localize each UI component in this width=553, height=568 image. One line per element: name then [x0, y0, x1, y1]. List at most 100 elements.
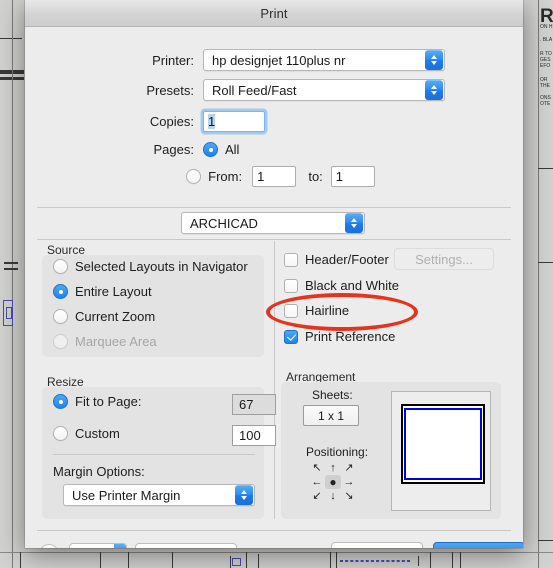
- bg-text: ON H: [540, 24, 553, 30]
- chevron-updown-icon[interactable]: [425, 80, 443, 100]
- resize-custom-radio[interactable]: Custom: [53, 426, 120, 441]
- pages-all-label: All: [225, 142, 240, 157]
- bg-line: [336, 552, 337, 568]
- print-button-label: Print: [466, 547, 493, 549]
- printer-value: hp designjet 110plus nr: [212, 52, 346, 68]
- source-option-label: Marquee Area: [75, 334, 157, 349]
- radio-indicator: [53, 334, 68, 349]
- resize-fit-input[interactable]: 67: [232, 394, 276, 415]
- bg-text: . BLA: [540, 37, 553, 43]
- checkbox-label: Black and White: [305, 278, 399, 293]
- presets-row: Presets: Roll Feed/Fast: [25, 79, 445, 101]
- bg-blue-shape: [6, 307, 12, 319]
- chevron-down-icon[interactable]: [114, 544, 126, 548]
- radio-indicator: [186, 169, 202, 184]
- chevron-updown-icon[interactable]: [345, 213, 363, 233]
- pdf-button[interactable]: PDF: [69, 543, 127, 548]
- bg-text: ONS OTE: [540, 95, 551, 107]
- presets-label: Presets:: [146, 82, 194, 98]
- source-option-current-zoom[interactable]: Current Zoom: [53, 309, 155, 324]
- bg-line: [430, 552, 431, 568]
- arrow-right-icon[interactable]: →: [341, 475, 357, 489]
- bg-line: [330, 552, 331, 568]
- checkbox-hairline[interactable]: Hairline: [284, 303, 349, 318]
- presets-popup[interactable]: Roll Feed/Fast: [203, 79, 445, 101]
- bg-line: [172, 552, 173, 568]
- dialog-titlebar: Print: [25, 0, 523, 27]
- bg-line: [538, 262, 553, 263]
- checkbox-label: Print Reference: [305, 329, 396, 344]
- checkbox-black-and-white[interactable]: Black and White: [284, 278, 399, 293]
- copies-label: Copies:: [149, 114, 194, 129]
- radio-indicator: [53, 309, 68, 324]
- arrow-up-right-icon[interactable]: ↗: [341, 461, 357, 475]
- divider: [37, 207, 511, 208]
- checkbox-label: Header/Footer: [305, 252, 389, 267]
- pages-to-value: 1: [335, 169, 344, 184]
- cancel-button[interactable]: Cancel: [331, 542, 423, 548]
- pages-label: Pages:: [153, 142, 194, 157]
- bg-line: [4, 268, 18, 270]
- presets-value: Roll Feed/Fast: [212, 82, 297, 98]
- bg-line: [0, 552, 553, 553]
- bg-text: OR THE: [540, 77, 550, 89]
- bg-line: [20, 552, 21, 568]
- printer-label: Printer:: [152, 52, 194, 68]
- print-button[interactable]: Print: [433, 542, 523, 548]
- resize-custom-value: 100: [239, 428, 261, 443]
- bg-line: [0, 38, 22, 39]
- bg-line: [230, 556, 231, 568]
- pages-to-input[interactable]: 1: [330, 166, 376, 187]
- page-preview-printable-area: [404, 408, 482, 480]
- checkbox-header-footer[interactable]: Header/Footer: [284, 252, 389, 267]
- arrow-down-icon[interactable]: ↓: [325, 489, 341, 503]
- pages-all-radio[interactable]: All: [203, 142, 239, 157]
- help-button[interactable]: ?: [39, 544, 59, 548]
- divider: [274, 241, 275, 519]
- checkbox-print-reference[interactable]: Print Reference: [284, 329, 395, 344]
- checkbox-indicator: [284, 278, 298, 293]
- source-option-selected-layouts[interactable]: Selected Layouts in Navigator: [53, 259, 248, 274]
- arrow-down-right-icon[interactable]: ↘: [341, 489, 357, 503]
- bg-line: [12, 0, 13, 568]
- sheets-field[interactable]: 1 x 1: [303, 405, 359, 426]
- arrow-up-icon[interactable]: ↑: [325, 461, 341, 475]
- pages-row: Pages: All: [25, 142, 325, 157]
- bg-line: [418, 556, 419, 566]
- source-option-marquee-area: Marquee Area: [53, 334, 157, 349]
- margin-options-popup[interactable]: Use Printer Margin: [63, 484, 255, 506]
- source-option-label: Current Zoom: [75, 309, 156, 324]
- resize-fit-to-page-radio[interactable]: Fit to Page:: [53, 394, 141, 409]
- pages-from-radio[interactable]: From:: [186, 169, 242, 184]
- bg-blue-shape: [232, 558, 241, 566]
- pages-from-value: 1: [257, 169, 265, 184]
- sheets-value: 1 x 1: [317, 408, 344, 423]
- margin-options-label: Margin Options:: [53, 464, 145, 479]
- bg-line: [4, 262, 18, 264]
- position-center-icon[interactable]: ●: [325, 475, 341, 489]
- positioning-arrow-grid[interactable]: ↖ ↑ ↗ ← ● → ↙ ↓ ↘: [309, 461, 357, 503]
- bg-line: [246, 552, 247, 568]
- resize-custom-input[interactable]: 100: [232, 425, 276, 446]
- dialog-body: Printer: hp designjet 110plus nr Presets…: [25, 27, 523, 548]
- resize-fit-label: Fit to Page:: [75, 394, 142, 409]
- arrow-up-left-icon[interactable]: ↖: [309, 461, 325, 475]
- arrow-left-icon[interactable]: ←: [309, 475, 325, 489]
- resize-custom-label: Custom: [75, 426, 120, 441]
- arrow-down-left-icon[interactable]: ↙: [309, 489, 325, 503]
- pages-to-label: to:: [308, 169, 323, 184]
- copies-input[interactable]: 1: [203, 111, 265, 132]
- pane-selector-popup[interactable]: ARCHICAD: [181, 212, 365, 234]
- hide-details-button[interactable]: Hide Details: [135, 543, 237, 548]
- source-option-entire-layout[interactable]: Entire Layout: [53, 284, 152, 299]
- page-preview-sheet: [401, 404, 485, 484]
- bg-line: [128, 552, 129, 568]
- chevron-updown-icon[interactable]: [235, 485, 253, 505]
- settings-button-label: Settings...: [415, 251, 473, 267]
- pages-from-input[interactable]: 1: [252, 166, 297, 187]
- page-preview-frame: [391, 391, 491, 511]
- printer-popup[interactable]: hp designjet 110plus nr: [203, 49, 445, 71]
- chevron-updown-icon[interactable]: [425, 50, 443, 70]
- copies-value: 1: [208, 114, 216, 129]
- bg-line: [452, 552, 453, 568]
